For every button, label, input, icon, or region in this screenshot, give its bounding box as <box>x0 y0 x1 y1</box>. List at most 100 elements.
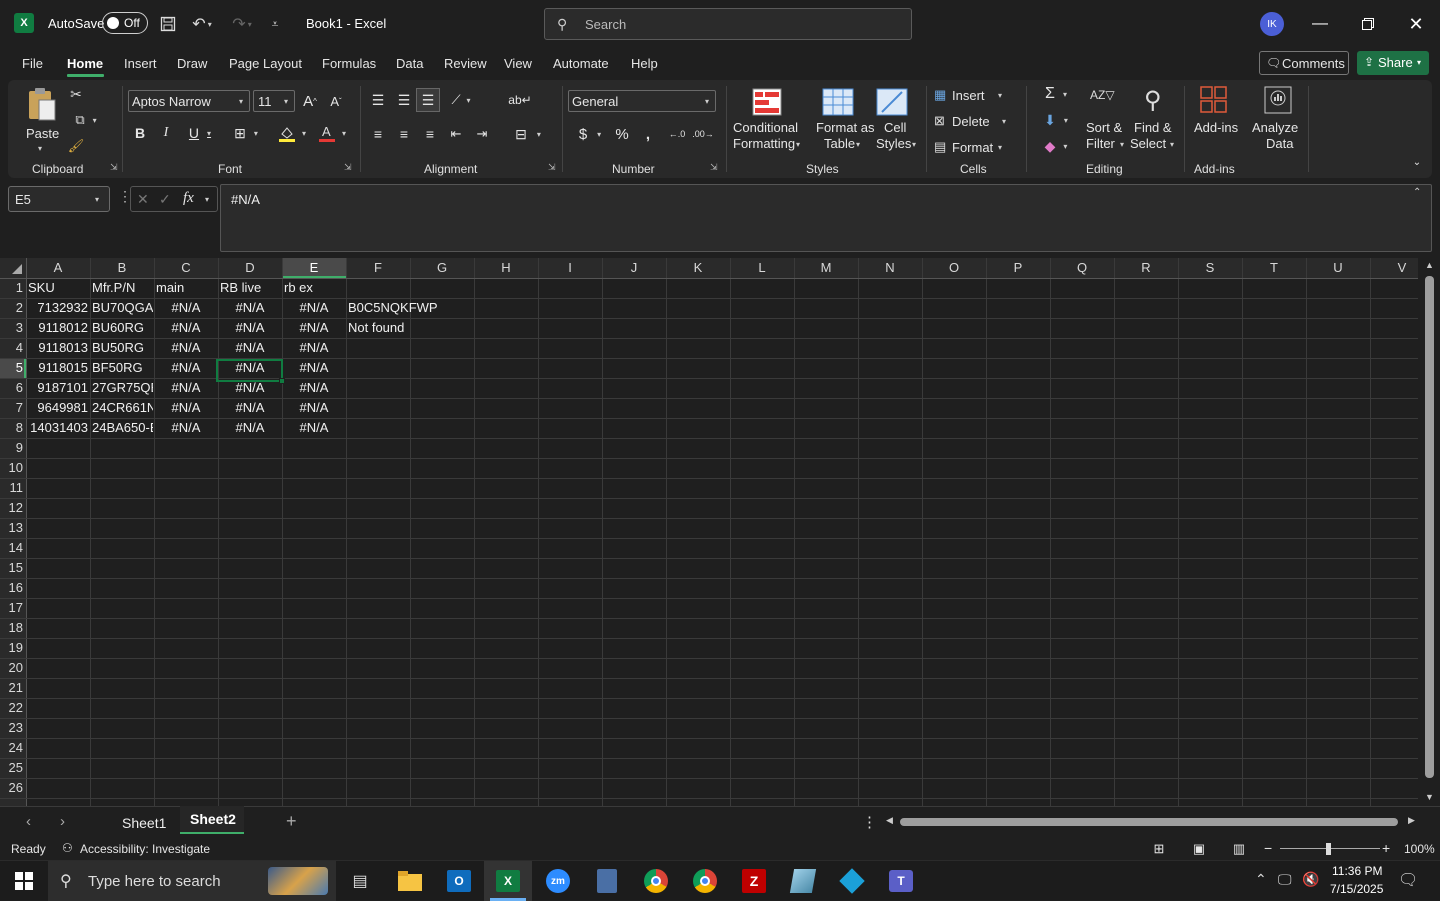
chrome-profile-icon[interactable] <box>681 861 729 901</box>
scroll-right-icon[interactable]: ▶ <box>1408 815 1415 826</box>
zoom-app-icon[interactable]: zm <box>534 861 582 901</box>
number-format-select[interactable]: General ▾ <box>568 90 716 112</box>
taskbar-search[interactable]: ⚲ Type here to search <box>48 861 336 901</box>
fill-icon[interactable]: ⬇ ▾ <box>1036 110 1076 130</box>
tab-draw[interactable]: Draw <box>177 56 207 71</box>
save-icon[interactable] <box>158 14 178 34</box>
vertical-scroll-thumb[interactable] <box>1425 276 1434 778</box>
redo-icon[interactable]: ↷ ▾ <box>228 14 256 34</box>
tab-file[interactable]: File <box>22 56 43 71</box>
cell-a2[interactable]: 7132932 <box>28 298 88 318</box>
cell-area[interactable]: SKU Mfr.P/N main RB live rb ex 7132932 BU70QGA… <box>0 258 1418 806</box>
zoom-out-icon[interactable]: − <box>1264 840 1272 856</box>
tab-page-layout[interactable]: Page Layout <box>229 56 302 71</box>
cell-a5[interactable]: 9118015 <box>28 358 88 378</box>
volume-muted-icon[interactable]: 🔇 <box>1302 871 1319 888</box>
notes-app-icon[interactable] <box>779 861 827 901</box>
cell-c1[interactable]: main <box>156 278 217 298</box>
excel-taskbar-icon[interactable]: X <box>484 861 532 901</box>
tab-insert[interactable]: Insert <box>124 56 157 71</box>
cell-d4[interactable]: #N/A <box>220 338 280 358</box>
cell-e8[interactable]: #N/A <box>284 418 344 438</box>
cell-d8[interactable]: #N/A <box>220 418 280 438</box>
increase-font-icon[interactable]: A ^ <box>300 90 320 112</box>
align-left-icon[interactable]: ≡ <box>368 124 388 144</box>
borders-icon[interactable]: ⊞ ▾ <box>226 122 266 144</box>
add-sheet-icon[interactable]: + <box>286 811 297 832</box>
cell-e4[interactable]: #N/A <box>284 338 344 358</box>
orientation-icon[interactable]: ⟋ ▾ <box>446 90 476 110</box>
name-box[interactable]: E5 ▾ <box>8 186 110 212</box>
cell-d3[interactable]: #N/A <box>220 318 280 338</box>
vertical-scrollbar[interactable]: ▲ ▼ <box>1420 258 1440 806</box>
number-launcher-icon[interactable]: ⇲ <box>710 162 718 173</box>
prev-sheet-icon[interactable]: ‹ <box>26 813 31 830</box>
cell-c5[interactable]: #N/A <box>156 358 216 378</box>
cell-c4[interactable]: #N/A <box>156 338 216 358</box>
show-hidden-icons-icon[interactable]: ⌃ <box>1255 871 1267 888</box>
chrome-icon[interactable] <box>632 861 680 901</box>
calculator-icon[interactable] <box>583 861 631 901</box>
next-sheet-icon[interactable]: › <box>60 813 65 830</box>
cell-b7[interactable]: 24CR661N <box>92 398 153 418</box>
cell-e7[interactable]: #N/A <box>284 398 344 418</box>
tab-automate[interactable]: Automate <box>553 56 609 71</box>
enter-icon[interactable]: ✓ <box>159 191 171 208</box>
fill-handle[interactable] <box>279 378 285 384</box>
font-color-icon[interactable]: A ▾ <box>312 122 352 144</box>
filezilla-icon[interactable]: Z <box>730 861 778 901</box>
teams-icon[interactable]: T <box>877 861 925 901</box>
cell-d7[interactable]: #N/A <box>220 398 280 418</box>
cell-a8[interactable]: 14031403 <box>28 418 88 438</box>
cell-b3[interactable]: BU60RG <box>92 318 153 338</box>
scroll-up-icon[interactable]: ▲ <box>1425 260 1434 270</box>
clock-date[interactable]: 7/15/2025 <box>1330 882 1383 896</box>
comma-style-icon[interactable]: , <box>638 124 658 144</box>
tab-home[interactable]: Home <box>67 56 103 71</box>
fill-color-icon[interactable]: ▾ <box>272 122 312 144</box>
alignment-launcher-icon[interactable]: ⇲ <box>548 162 556 173</box>
task-view-icon[interactable]: ▤ <box>336 861 384 901</box>
horizontal-scroll-thumb[interactable] <box>900 818 1398 826</box>
cell-e1[interactable]: rb ex <box>284 278 345 298</box>
scroll-down-icon[interactable]: ▼ <box>1425 792 1434 802</box>
conditional-formatting-button[interactable]: Conditional Formatting ▾ <box>732 86 804 158</box>
add-ins-button[interactable]: Add-ins <box>1190 86 1238 158</box>
spreadsheet-grid[interactable]: ABCDEFGHIJKLMNOPQRSTUV 1 2 3 4 5 6 7 8 9 10 11 12 13… <box>0 258 1440 806</box>
bottom-align-icon[interactable]: ☰ <box>416 88 440 112</box>
comments-button[interactable]: 🗨 Comments <box>1259 51 1349 75</box>
cell-a6[interactable]: 9187101 <box>28 378 88 398</box>
cell-e6[interactable]: #N/A <box>284 378 344 398</box>
cell-d1[interactable]: RB live <box>220 278 281 298</box>
font-name-select[interactable]: Aptos Narrow ▾ <box>128 90 250 112</box>
page-break-view-icon[interactable]: ▥ <box>1230 840 1248 858</box>
zoom-slider-thumb[interactable] <box>1326 843 1331 855</box>
paste-button[interactable]: Paste ▾ <box>22 86 62 158</box>
notifications-icon[interactable]: 🗨 <box>1398 870 1418 890</box>
page-layout-view-icon[interactable]: ▣ <box>1190 840 1208 858</box>
italic-icon[interactable]: I <box>156 122 176 144</box>
cut-icon[interactable]: ✂ <box>66 84 86 104</box>
cell-b8[interactable]: 24BA650-E <box>92 418 153 438</box>
close-icon[interactable]: ✕ <box>1400 12 1432 36</box>
clear-icon[interactable]: ◆ ▾ <box>1036 136 1076 156</box>
search-box[interactable]: ⚲ Search <box>544 8 912 40</box>
sheet-tab-sheet1[interactable]: Sheet1 <box>122 815 166 831</box>
minimize-icon[interactable]: — <box>1304 12 1336 36</box>
insert-cells-button[interactable]: ▦ Insert ▾ <box>932 86 1012 106</box>
cell-e2[interactable]: #N/A <box>284 298 344 318</box>
cell-styles-button[interactable]: Cell Styles ▾ <box>872 86 920 158</box>
outlook-icon[interactable]: O <box>435 861 483 901</box>
increase-decimal-icon[interactable]: ←.0 <box>666 124 688 144</box>
copy-icon[interactable]: ⧉ ▾ <box>66 110 106 130</box>
top-align-icon[interactable]: ☰ <box>368 90 388 110</box>
decrease-font-icon[interactable]: Aˇ <box>326 90 346 112</box>
sheet-options-icon[interactable]: ⋮ <box>862 813 877 831</box>
middle-align-icon[interactable]: ☰ <box>394 90 414 110</box>
insert-function-icon[interactable]: fx <box>183 190 194 207</box>
cell-b6[interactable]: 27GR75QE <box>92 378 153 398</box>
cell-b4[interactable]: BU50RG <box>92 338 153 358</box>
windows-start-icon[interactable] <box>0 861 48 901</box>
find-select-button[interactable]: ⚲ Find & Select ▾ <box>1130 86 1178 158</box>
cell-a7[interactable]: 9649981 <box>28 398 88 418</box>
